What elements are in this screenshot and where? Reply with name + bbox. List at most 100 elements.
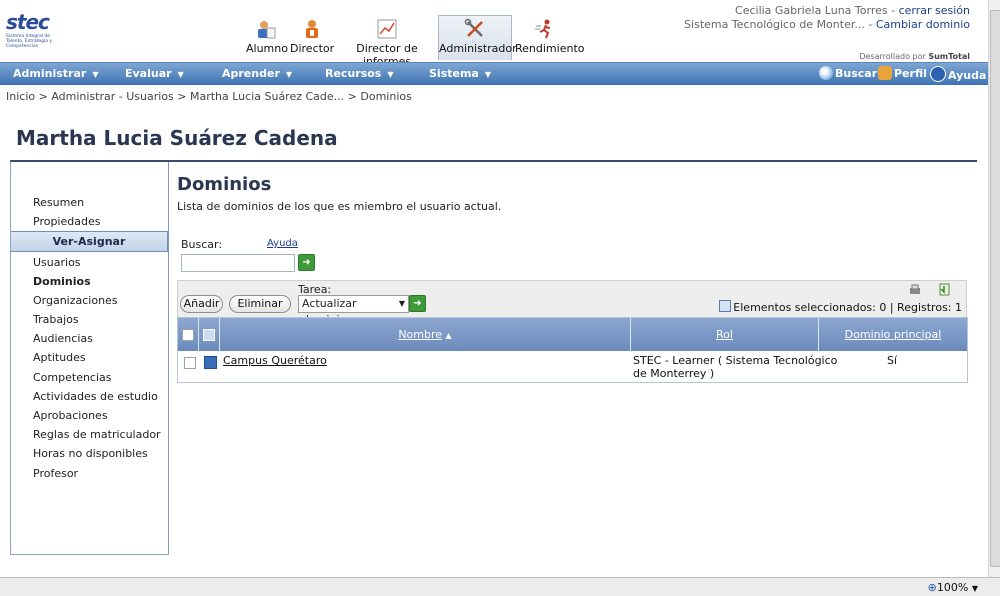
role-tab-rendimiento[interactable]: Rendimiento (515, 16, 584, 60)
sidebar-item-reglas[interactable]: Reglas de matriculador (33, 428, 161, 441)
sidebar-item-propiedades[interactable]: Propiedades (33, 215, 100, 228)
runner-icon (535, 19, 551, 39)
sidebar-item-aptitudes[interactable]: Aptitudes (33, 351, 86, 364)
sidebar-item-competencias[interactable]: Competencias (33, 371, 112, 384)
sidebar-item-aprobaciones[interactable]: Aprobaciones (33, 409, 108, 422)
type-column-header (199, 318, 220, 351)
arrow-right-icon: ➜ (302, 257, 311, 268)
tools-icon (464, 18, 483, 37)
domain-role: STEC - Learner ( Sistema Tecnológico de … (633, 354, 838, 380)
chevron-down-icon: ▼ (92, 70, 99, 79)
sidebar-item-audiencias[interactable]: Audiencias (33, 332, 93, 345)
selection-icon (719, 300, 732, 312)
domain-icon (204, 356, 217, 372)
chevron-down-icon: ▼ (484, 70, 491, 79)
domain-primary: Sí (887, 354, 898, 367)
nav-profile-button[interactable]: Perfil (878, 66, 927, 80)
row-checkbox[interactable] (184, 357, 196, 369)
role-tab-alumno[interactable]: Alumno (246, 16, 288, 60)
task-select[interactable]: Actualizar dominios ▼ (298, 295, 409, 326)
domain-name-link[interactable]: Campus Querétaro (223, 354, 327, 367)
sidebar-item-dominios[interactable]: Dominios (33, 275, 91, 288)
selection-status: Elementos seleccionados: 0 | Registros: … (719, 300, 962, 314)
user-info: Cecilia Gabriela Luna Torres - cerrar se… (684, 4, 970, 31)
role-label: Rendimiento (515, 42, 585, 55)
change-domain-link[interactable]: Cambiar dominio (876, 18, 970, 31)
nav-help-button[interactable]: Ayuda (930, 66, 986, 82)
page-title: Martha Lucia Suárez Cadena (16, 126, 338, 150)
row-checkbox-cell (184, 357, 196, 372)
table-header: Nombre ▲ Rol Dominio principal (178, 318, 967, 351)
chevron-down-icon: ▼ (285, 70, 293, 79)
nav-search-button[interactable]: Buscar (819, 66, 877, 80)
user-name: Cecilia Gabriela Luna Torres (735, 4, 888, 17)
chevron-down-icon: ▼ (177, 70, 184, 79)
select-all-checkbox[interactable] (182, 329, 194, 341)
column-header-dominio-principal[interactable]: Dominio principal (819, 318, 967, 351)
browser-status-bar: ⊕100% ▼ (0, 577, 1000, 596)
app-header: stec Sistema Integral de Talento, Estrat… (0, 0, 988, 68)
scroll-thumb[interactable] (990, 10, 1000, 567)
sumtotal-brand: SumTotal (928, 52, 970, 61)
column-header-rol[interactable]: Rol (631, 318, 819, 351)
remove-button[interactable]: Eliminar (229, 295, 291, 313)
sidebar-item-usuarios[interactable]: Usuarios (33, 256, 81, 269)
sidebar-item-horas[interactable]: Horas no disponibles (33, 447, 148, 460)
report-chart-icon (377, 19, 397, 39)
section-description: Lista de dominios de los que es miembro … (177, 200, 502, 213)
help-link[interactable]: Ayuda (267, 238, 298, 249)
task-go-button[interactable]: ➜ (409, 295, 426, 312)
domains-table: Nombre ▲ Rol Dominio principal Campus Qu… (177, 317, 968, 383)
sidebar: Resumen Propiedades Ver-Asignar Usuarios… (10, 162, 169, 555)
add-button[interactable]: Añadir (180, 295, 223, 313)
current-domain: Sistema Tecnológico de Monter... (684, 18, 865, 31)
grid-toolbar: Añadir Eliminar Tarea: Actualizar domini… (177, 280, 967, 326)
role-tab-director-informes[interactable]: Director de informes (339, 16, 435, 68)
chevron-down-icon: ▼ (971, 584, 978, 593)
nav-aprender[interactable]: Aprender ▼ (222, 67, 292, 80)
director-icon (306, 20, 318, 38)
sidebar-section-ver-asignar: Ver-Asignar (11, 231, 168, 252)
sidebar-item-trabajos[interactable]: Trabajos (33, 313, 79, 326)
vertical-scrollbar[interactable] (988, 0, 1000, 577)
nav-sistema[interactable]: Sistema ▼ (429, 67, 491, 80)
search-label: Buscar: (181, 238, 223, 251)
nav-administrar[interactable]: Administrar ▼ (13, 67, 98, 80)
role-tab-director[interactable]: Director (290, 16, 334, 60)
sidebar-item-resumen[interactable]: Resumen (33, 196, 84, 209)
nav-recursos[interactable]: Recursos ▼ (325, 67, 394, 80)
sidebar-item-profesor[interactable]: Profesor (33, 467, 78, 480)
help-icon (930, 66, 946, 82)
chevron-down-icon: ▼ (398, 299, 405, 308)
role-label: Administrador (439, 42, 517, 55)
main-nav: Administrar ▼ Evaluar ▼ Aprender ▼ Recursos… (0, 62, 988, 85)
arrow-right-icon: ➜ (413, 298, 422, 309)
select-all-cell (178, 318, 199, 351)
developed-by: Desarrollado por SumTotal (859, 52, 970, 61)
print-icon[interactable] (908, 283, 922, 297)
zoom-icon: ⊕ (927, 581, 937, 594)
role-tab-administrador[interactable]: Administrador (438, 15, 517, 60)
sort-asc-icon: ▲ (445, 331, 452, 340)
chevron-down-icon: ▼ (387, 70, 394, 79)
column-header-nombre[interactable]: Nombre ▲ (220, 318, 631, 351)
export-icon[interactable] (938, 282, 952, 296)
role-label: Alumno (246, 42, 288, 55)
profile-icon (878, 66, 892, 80)
sidebar-item-organizaciones[interactable]: Organizaciones (33, 294, 118, 307)
logo-text: stec (6, 10, 50, 34)
search-input[interactable] (181, 254, 295, 272)
logout-link[interactable]: cerrar sesión (899, 4, 970, 17)
role-label: Director (290, 42, 335, 55)
type-icon (203, 329, 215, 341)
sidebar-item-actividades[interactable]: Actividades de estudio (33, 390, 158, 403)
search-go-button[interactable]: ➜ (298, 254, 315, 271)
logo-tagline: Sistema Integral de Talento, Estrategia … (6, 34, 53, 49)
nav-evaluar[interactable]: Evaluar ▼ (125, 67, 184, 80)
breadcrumb[interactable]: Inicio > Administrar - Usuarios > Martha… (6, 90, 412, 103)
zoom-control[interactable]: ⊕100% ▼ (928, 581, 978, 594)
stec-logo[interactable]: stec Sistema Integral de Talento, Estrat… (6, 10, 66, 50)
section-title: Dominios (177, 174, 272, 195)
student-icon (258, 21, 276, 39)
magnifier-icon (819, 66, 833, 80)
